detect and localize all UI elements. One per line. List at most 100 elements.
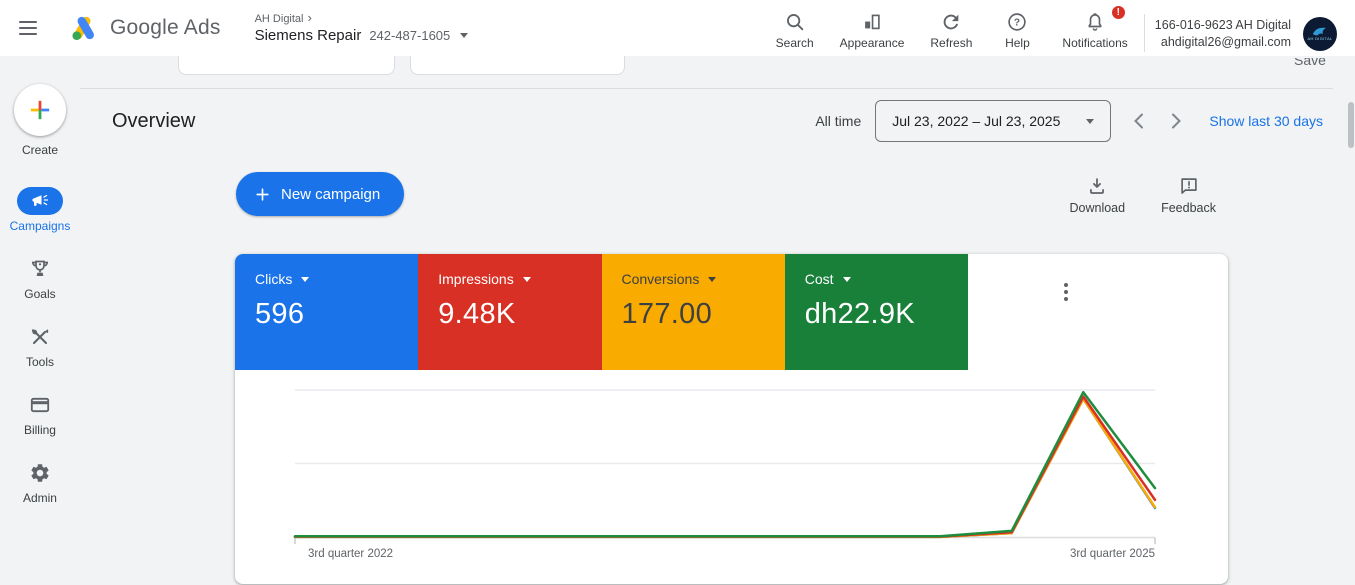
- metric-label: Conversions: [622, 271, 700, 287]
- overview-summary-card: Clicks 596 Impressions 9.48K Conversions…: [235, 254, 1228, 584]
- sidebar-item-goals[interactable]: Goals: [17, 255, 63, 301]
- help-label: Help: [1005, 36, 1030, 50]
- caret-down-icon: [708, 277, 716, 282]
- campaign-selector[interactable]: Siemens Repair 242-487-1605: [255, 27, 469, 44]
- feedback-button[interactable]: Feedback: [1161, 172, 1216, 215]
- bell-icon: [1084, 11, 1106, 33]
- metric-value: dh22.9K: [805, 298, 948, 331]
- hammer-wrench-icon: [28, 325, 52, 349]
- svg-text:?: ?: [1014, 17, 1020, 28]
- date-range-type-label: All time: [815, 113, 861, 129]
- account-email: ahdigital26@gmail.com: [1155, 34, 1291, 51]
- header-divider: [80, 88, 1333, 89]
- help-button[interactable]: ? Help: [988, 3, 1046, 54]
- top-app-bar: Google Ads AH Digital › Siemens Repair 2…: [0, 0, 1355, 56]
- download-button[interactable]: Download: [1070, 172, 1126, 215]
- sidebar-item-label: Tools: [26, 355, 54, 369]
- series-line-cost: [295, 392, 1155, 536]
- series-line-conversions: [295, 399, 1155, 537]
- appearance-button[interactable]: Appearance: [830, 3, 915, 54]
- multicolor-plus-icon: [29, 99, 51, 121]
- download-icon: [1086, 175, 1108, 197]
- hamburger-icon: [19, 17, 37, 39]
- page-title: Overview: [112, 110, 195, 133]
- refresh-button[interactable]: Refresh: [920, 3, 982, 54]
- appearance-label: Appearance: [840, 36, 905, 50]
- metric-label: Clicks: [255, 271, 292, 287]
- download-label: Download: [1070, 201, 1126, 215]
- sidebar-item-create[interactable]: Create: [14, 84, 66, 157]
- caret-down-icon: [523, 277, 531, 282]
- notification-badge: !: [1111, 5, 1126, 20]
- menu-button[interactable]: [0, 0, 56, 56]
- account-id: 166-016-9623 AH Digital: [1155, 17, 1291, 34]
- series-line-impressions: [295, 397, 1155, 537]
- trophy-icon: [28, 257, 52, 281]
- plus-icon: [254, 186, 271, 203]
- new-campaign-button[interactable]: New campaign: [236, 172, 404, 216]
- google-ads-logo[interactable]: Google Ads: [56, 14, 221, 42]
- date-range-picker[interactable]: Jul 23, 2022 – Jul 23, 2025: [875, 100, 1111, 142]
- chevron-right-icon: [1171, 113, 1182, 129]
- series-line-clicks: [295, 399, 1155, 537]
- metric-label: Impressions: [438, 271, 513, 287]
- sidebar-item-tools[interactable]: Tools: [17, 323, 63, 369]
- megaphone-icon: [31, 194, 49, 208]
- search-label: Search: [776, 36, 814, 50]
- metric-value: 9.48K: [438, 298, 581, 331]
- actions-row: New campaign Download Feedback: [80, 172, 1355, 222]
- product-name: Google Ads: [110, 16, 221, 40]
- metric-label: Cost: [805, 271, 834, 287]
- vertical-scrollbar-thumb[interactable]: [1348, 102, 1354, 148]
- breadcrumb-chevron-icon: ›: [308, 11, 312, 26]
- avatar-text: AH DIGITAL: [1308, 36, 1333, 41]
- refresh-label: Refresh: [930, 36, 972, 50]
- search-button[interactable]: Search: [766, 3, 824, 54]
- caret-down-icon: [1086, 119, 1094, 124]
- google-ads-logo-icon: [70, 14, 98, 42]
- x-axis-label-end: 3rd quarter 2025: [1070, 548, 1155, 560]
- main-content: Save Overview All time Jul 23, 2022 – Ju…: [80, 56, 1355, 585]
- sidebar-item-admin[interactable]: Admin: [17, 459, 63, 505]
- metric-card-clicks[interactable]: Clicks 596: [235, 254, 418, 370]
- sidebar-item-campaigns[interactable]: Campaigns: [10, 187, 71, 233]
- metric-card-conversions[interactable]: Conversions 177.00: [602, 254, 785, 370]
- chevron-left-icon: [1133, 113, 1144, 129]
- next-period-button[interactable]: [1157, 102, 1195, 140]
- date-range-value: Jul 23, 2022 – Jul 23, 2025: [892, 113, 1060, 129]
- sidebar-item-label: Create: [22, 143, 58, 157]
- nav-items: Campaigns Goals Tools: [10, 187, 71, 527]
- sidebar-item-billing[interactable]: Billing: [17, 391, 63, 437]
- credit-card-icon: [28, 393, 52, 417]
- card-more-options-button[interactable]: [1054, 280, 1078, 304]
- account-info[interactable]: 166-016-9623 AH Digital ahdigital26@gmai…: [1155, 17, 1291, 51]
- breadcrumb-account[interactable]: AH Digital: [255, 13, 304, 26]
- metric-card-impressions[interactable]: Impressions 9.48K: [418, 254, 601, 370]
- refresh-icon: [940, 11, 962, 33]
- left-navigation-rail: Create Campaigns Goals: [0, 56, 80, 585]
- metric-value: 177.00: [622, 298, 765, 331]
- caret-down-icon: [843, 277, 851, 282]
- help-icon: ?: [1006, 11, 1028, 33]
- notifications-button[interactable]: ! Notifications: [1052, 3, 1137, 54]
- topbar-divider: [1144, 14, 1145, 52]
- breadcrumb: AH Digital › Siemens Repair 242-487-1605: [255, 11, 469, 44]
- customer-id: 242-487-1605: [369, 29, 450, 44]
- previous-period-button[interactable]: [1119, 102, 1157, 140]
- sidebar-item-label: Goals: [24, 287, 55, 301]
- create-button-circle: [14, 84, 66, 136]
- metric-value: 596: [255, 298, 398, 331]
- avatar[interactable]: AH DIGITAL: [1303, 17, 1337, 51]
- search-icon: [784, 11, 806, 33]
- gear-icon: [29, 462, 51, 484]
- notifications-label: Notifications: [1062, 36, 1127, 50]
- chevron-down-icon: [460, 33, 468, 38]
- save-button-clipped[interactable]: Save: [1294, 58, 1326, 74]
- topbar-actions: Search Appearance Refresh ? Help: [766, 3, 1138, 54]
- show-last-30-days-link[interactable]: Show last 30 days: [1209, 113, 1323, 129]
- metric-card-cost[interactable]: Cost dh22.9K: [785, 254, 968, 370]
- overview-header: Overview All time Jul 23, 2022 – Jul 23,…: [80, 96, 1355, 146]
- x-axis-label-start: 3rd quarter 2022: [308, 548, 393, 560]
- caret-down-icon: [301, 277, 309, 282]
- feedback-label: Feedback: [1161, 201, 1216, 215]
